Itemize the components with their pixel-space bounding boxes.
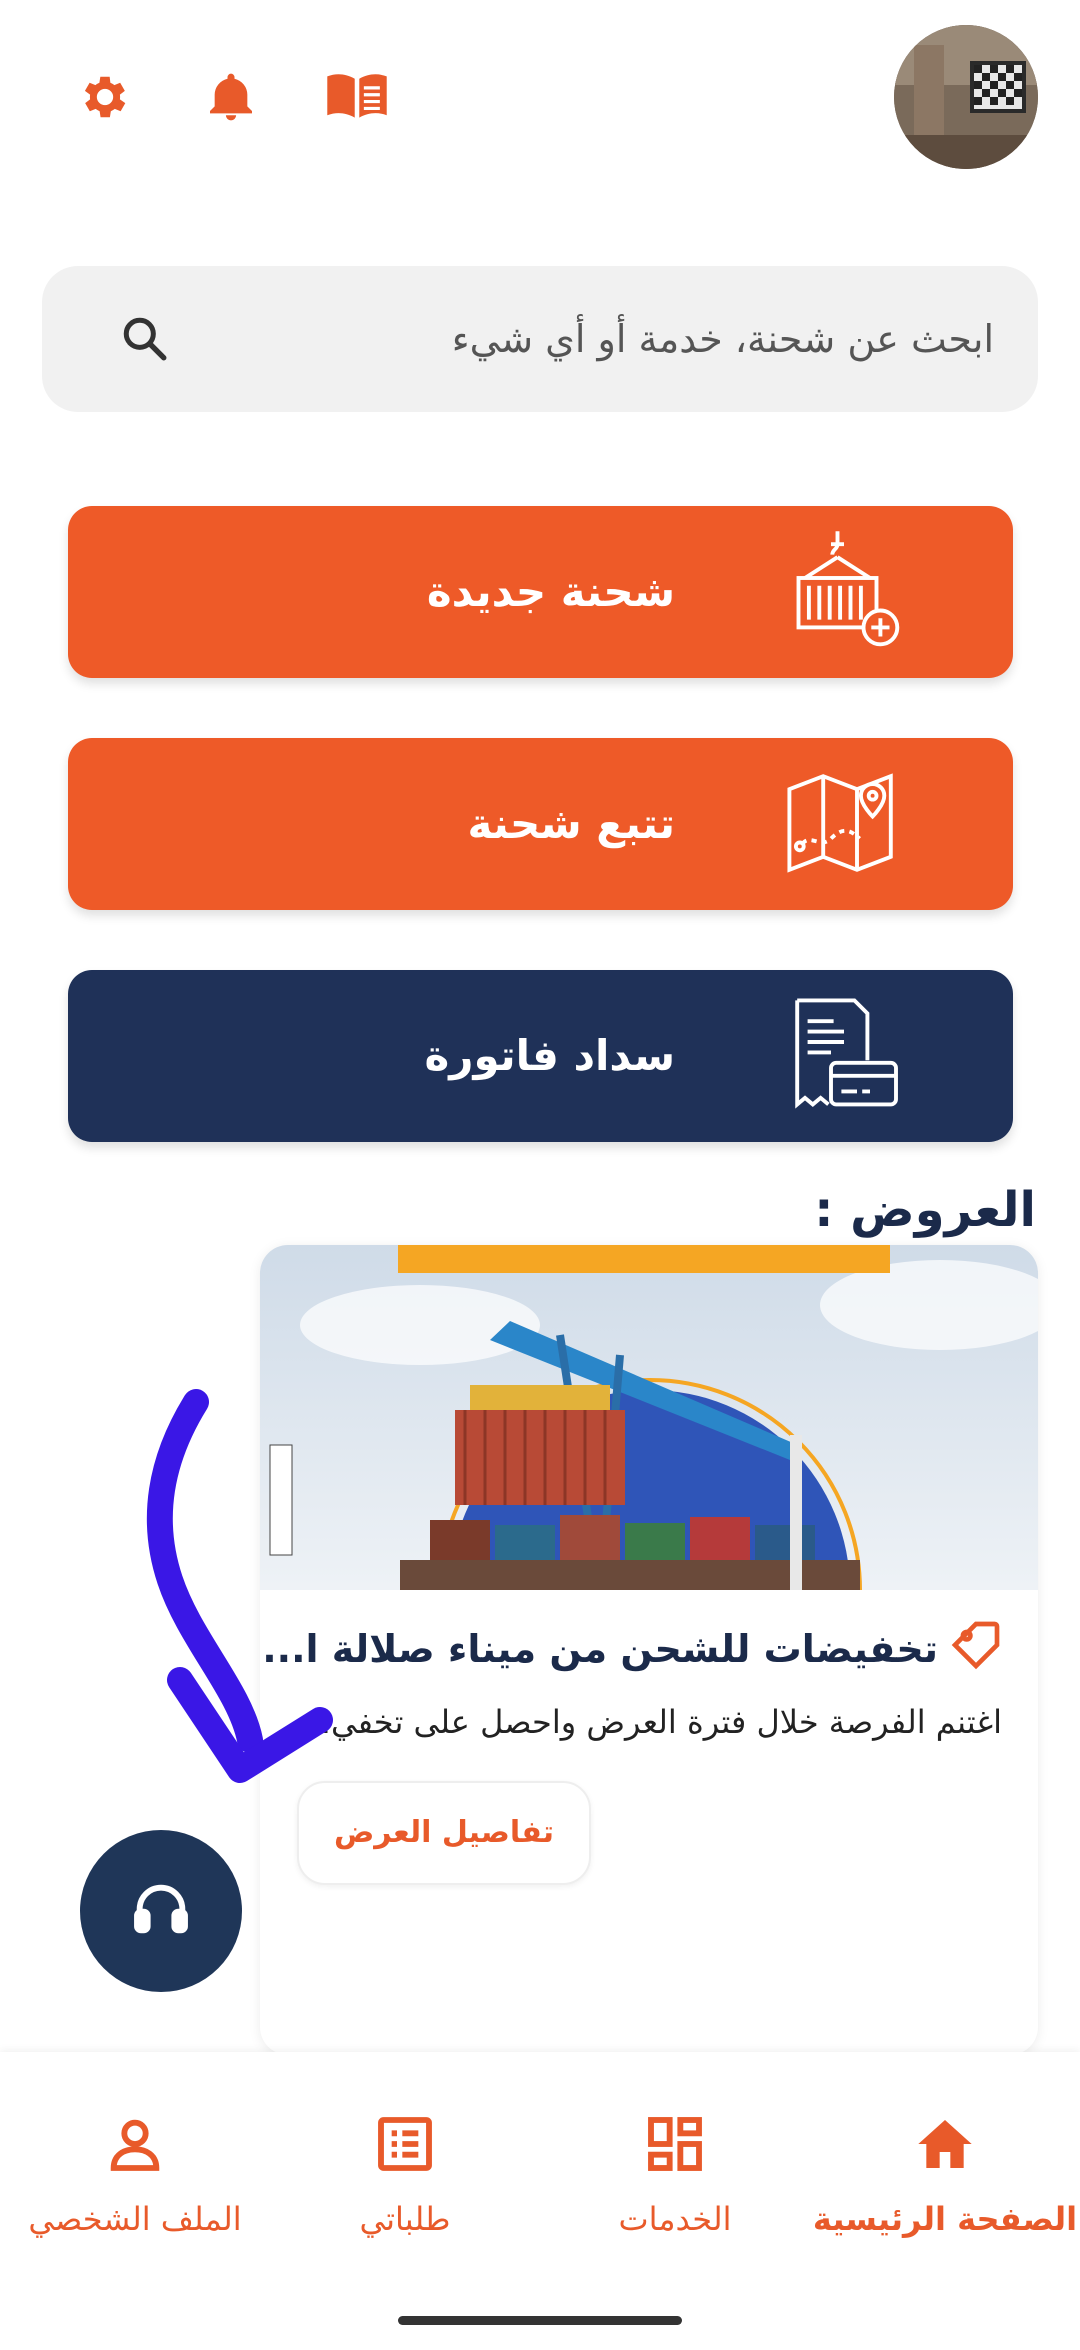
new-shipment-button[interactable]: شحنة جديدة [68,506,1013,678]
tag-icon [948,1617,1004,1673]
invoice-card-icon [779,990,909,1120]
nav-label: الملف الشخصي [28,2200,242,2238]
list-icon [373,2112,437,2176]
nav-label: الخدمات [618,2200,732,2238]
home-icon [913,2112,977,2176]
headset-icon [129,1877,193,1945]
map-pin-icon [779,758,909,888]
nav-label: طلباتي [359,2200,451,2238]
track-shipment-button[interactable]: تتبع شحنة [68,738,1013,910]
pay-invoice-button[interactable]: سداد فاتورة [68,970,1013,1142]
offer-details-button[interactable]: تفاصيل العرض [297,1781,591,1885]
bottom-navigation: الملف الشخصي طلباتي الخدمات الصفحة الرئي… [0,2052,1080,2350]
offer-image [260,1245,1038,1596]
action-label: سداد فاتورة [424,1031,675,1080]
offer-description: اغتنم الفرصة خلال فترة العرض واحصل على ت… [300,1703,1002,1741]
offer-card[interactable]: تخفيضات للشحن من ميناء صلالة ا... اغتنم … [260,1245,1038,2055]
nav-item-my-orders[interactable]: طلباتي [270,2112,540,2272]
container-crane-icon [779,526,909,656]
action-label: تتبع شحنة [467,799,675,848]
offer-title: تخفيضات للشحن من ميناء صلالة ا... [262,1627,938,1671]
action-label: شحنة جديدة [426,567,675,616]
book-icon[interactable] [322,62,392,132]
avatar[interactable] [894,25,1038,169]
gear-icon[interactable] [70,62,140,132]
nav-item-home[interactable]: الصفحة الرئيسية [810,2112,1080,2272]
search-bar[interactable]: ابحث عن شحنة، خدمة أو أي شيء [42,266,1038,412]
app-header [0,0,1080,200]
search-input[interactable]: ابحث عن شحنة، خدمة أو أي شيء [452,266,994,412]
search-icon[interactable] [120,314,170,364]
bell-icon[interactable] [196,62,266,132]
person-icon [103,2112,167,2176]
annotation-arrow [146,1389,333,1783]
nav-label: الصفحة الرئيسية [812,2200,1078,2238]
nav-item-profile[interactable]: الملف الشخصي [0,2112,270,2272]
nav-item-services[interactable]: الخدمات [540,2112,810,2272]
offers-section-title: العروض : [814,1182,1036,1238]
support-button[interactable] [80,1830,242,1992]
grid-icon [643,2112,707,2176]
home-indicator [398,2316,682,2325]
